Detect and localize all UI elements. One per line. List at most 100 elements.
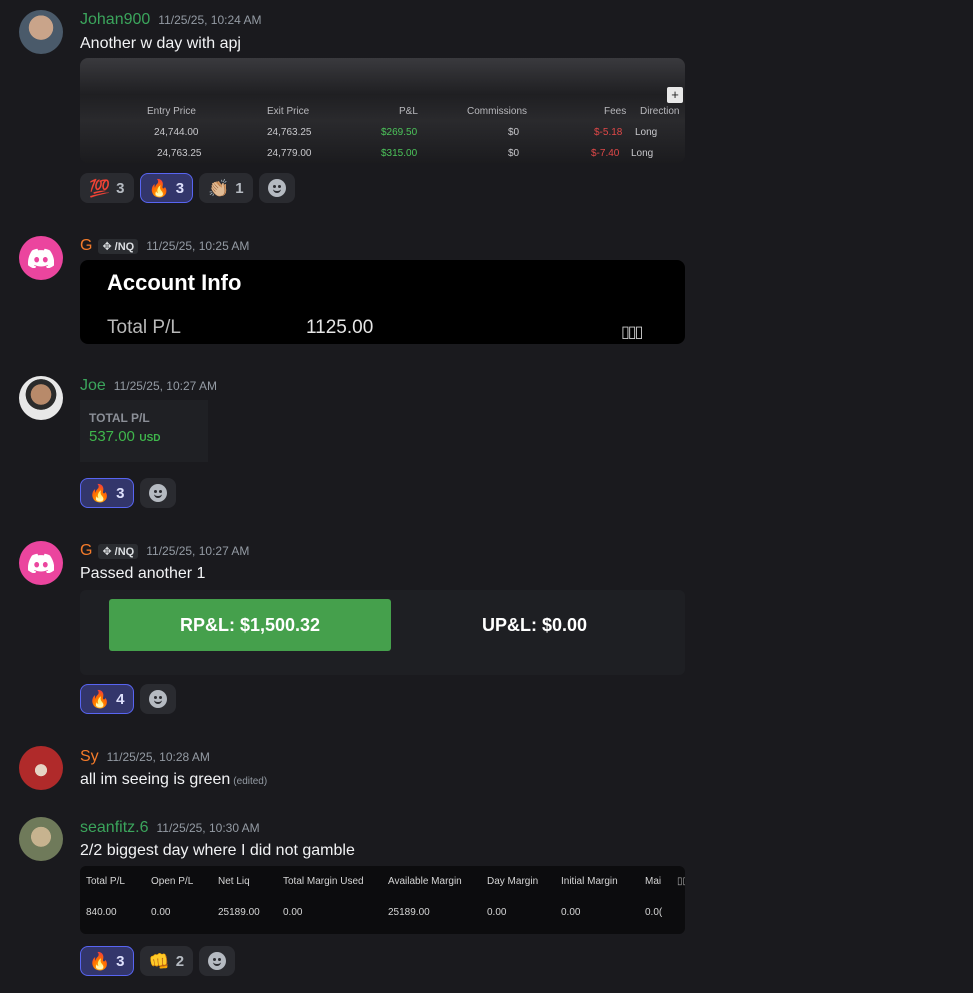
reactions: 🔥 4	[80, 684, 176, 714]
avatar[interactable]	[19, 817, 63, 861]
tag-icon: ✥	[102, 546, 112, 558]
pnl-value: $269.50	[381, 127, 418, 138]
commission-value: $0	[508, 148, 520, 159]
add-reaction-button[interactable]	[258, 173, 295, 203]
pnl-value: $315.00	[381, 148, 418, 159]
reaction-fire[interactable]: 🔥 3	[80, 946, 134, 976]
avatar[interactable]	[19, 236, 63, 280]
currency-label: USD	[139, 433, 161, 444]
timestamp: 11/25/25, 10:27 AM	[113, 379, 217, 393]
server-tag[interactable]: ✥/NQ	[98, 544, 139, 559]
column-header: Exit Price	[267, 106, 310, 117]
message-text-container: all im seeing is green (edited)	[80, 771, 267, 789]
add-reaction-button[interactable]	[139, 478, 176, 508]
total-pl-label: Total P/L	[107, 317, 181, 338]
total-pl-amount: 537.00 USD	[89, 428, 160, 446]
message-text: Passed another 1	[80, 565, 206, 582]
trade-screenshot-embed[interactable]: + Entry Price Exit Price P&L Commissions…	[80, 58, 685, 163]
avatar[interactable]	[19, 376, 63, 420]
cell-value: 0.0(	[645, 907, 663, 918]
username[interactable]: seanfitz.6	[80, 819, 148, 837]
trade-header-row: Entry Price Exit Price P&L Commissions F…	[80, 106, 685, 124]
add-reaction-button[interactable]	[139, 684, 176, 714]
reaction-count: 3	[175, 179, 185, 197]
pnl-embed[interactable]: RP&L: $1,500.32 UP&L: $0.00	[80, 590, 685, 675]
column-header: Total P/L	[86, 876, 125, 887]
timestamp: 11/25/25, 10:28 AM	[106, 750, 210, 764]
timestamp: 11/25/25, 10:24 AM	[158, 13, 262, 27]
reaction-count: 2	[175, 952, 185, 970]
reaction-count: 3	[116, 484, 125, 502]
avatar[interactable]	[19, 10, 63, 54]
table-row: 24,763.25 24,779.00 $315.00 $0 $-7.40 Lo…	[80, 148, 685, 163]
column-header: Entry Price	[147, 106, 196, 117]
fire-icon: 🔥	[89, 951, 111, 971]
cell-value: 25189.00	[388, 907, 430, 918]
direction-value: Long	[631, 148, 654, 159]
exit-price: 24,763.25	[267, 127, 312, 138]
clapping-hands-icon: 👏🏼	[208, 178, 230, 198]
reaction-count: 3	[116, 952, 125, 970]
cell-value: 0.00	[561, 907, 581, 918]
avatar[interactable]	[19, 746, 63, 790]
column-header: Fees	[604, 106, 627, 117]
cell-value: 25189.00	[218, 907, 260, 918]
account-info-title: Account Info	[107, 270, 242, 295]
tag-icon: ✥	[102, 241, 112, 253]
add-reaction-icon	[148, 484, 167, 502]
message-text: all im seeing is green	[80, 771, 231, 788]
margin-table-embed[interactable]: Total P/L Open P/L Net Liq Total Margin …	[80, 866, 685, 934]
reaction-count: 3	[116, 179, 125, 197]
cell-value: 0.00	[151, 907, 171, 918]
fire-icon: 🔥	[89, 483, 111, 503]
timestamp: 11/25/25, 10:27 AM	[146, 544, 250, 558]
total-pl-embed[interactable]: TOTAL P/L 537.00 USD	[80, 400, 208, 462]
reactions: 🔥 3 👊 2	[80, 946, 236, 976]
column-header: Direction	[640, 106, 680, 117]
add-reaction-icon	[208, 952, 227, 970]
add-reaction-icon	[267, 179, 286, 197]
column-header: Mai	[645, 876, 662, 887]
cell-value: 0.00	[487, 907, 507, 918]
column-header: Available Margin	[388, 876, 462, 887]
username[interactable]: Sy	[80, 748, 99, 766]
reaction-fire[interactable]: 🔥 4	[80, 684, 134, 714]
column-header: Initial Margin	[561, 876, 618, 887]
server-tag[interactable]: ✥/NQ	[98, 239, 139, 254]
fee-value: $-7.40	[591, 148, 620, 159]
columns-icon: ▯▯	[677, 876, 685, 887]
fire-icon: 🔥	[89, 689, 111, 709]
username[interactable]: Johan900	[80, 11, 150, 29]
cell-value: 0.00	[283, 907, 303, 918]
total-pl-value: 1125.00	[306, 317, 374, 338]
entry-price: 24,744.00	[154, 127, 199, 138]
direction-value: Long	[635, 127, 658, 138]
reactions: 💯 3 🔥 3 👏🏼 1	[80, 173, 295, 203]
column-header: Total Margin Used	[283, 876, 364, 887]
discord-logo-icon	[28, 248, 54, 268]
reaction-clap[interactable]: 👏🏼 1	[199, 173, 253, 203]
column-header: Open P/L	[151, 876, 194, 887]
reaction-fist[interactable]: 👊 2	[139, 946, 194, 976]
avatar[interactable]	[19, 541, 63, 585]
timestamp: 11/25/25, 10:25 AM	[146, 239, 250, 253]
cell-value: 840.00	[86, 907, 117, 918]
exit-price: 24,779.00	[267, 148, 312, 159]
username[interactable]: G	[80, 542, 92, 560]
add-reaction-icon	[148, 690, 167, 708]
fee-value: $-5.18	[594, 127, 623, 138]
columns-icon: ▯▯▯	[621, 324, 643, 341]
add-reaction-button[interactable]	[199, 946, 236, 976]
username[interactable]: G	[80, 237, 92, 255]
reaction-fire[interactable]: 🔥 3	[80, 478, 134, 508]
column-header: Day Margin	[487, 876, 539, 887]
table-row: 24,744.00 24,763.25 $269.50 $0 $-5.18 Lo…	[80, 127, 685, 145]
reaction-100[interactable]: 💯 3	[80, 173, 134, 203]
account-info-embed[interactable]: Account Info Total P/L 1125.00 ▯▯▯	[80, 260, 685, 344]
discord-logo-icon	[28, 553, 54, 573]
reaction-fire[interactable]: 🔥 3	[139, 173, 194, 203]
total-pl-value: 537.00	[89, 428, 135, 445]
reaction-count: 1	[235, 179, 244, 197]
username[interactable]: Joe	[80, 377, 106, 395]
timestamp: 11/25/25, 10:30 AM	[156, 821, 260, 835]
